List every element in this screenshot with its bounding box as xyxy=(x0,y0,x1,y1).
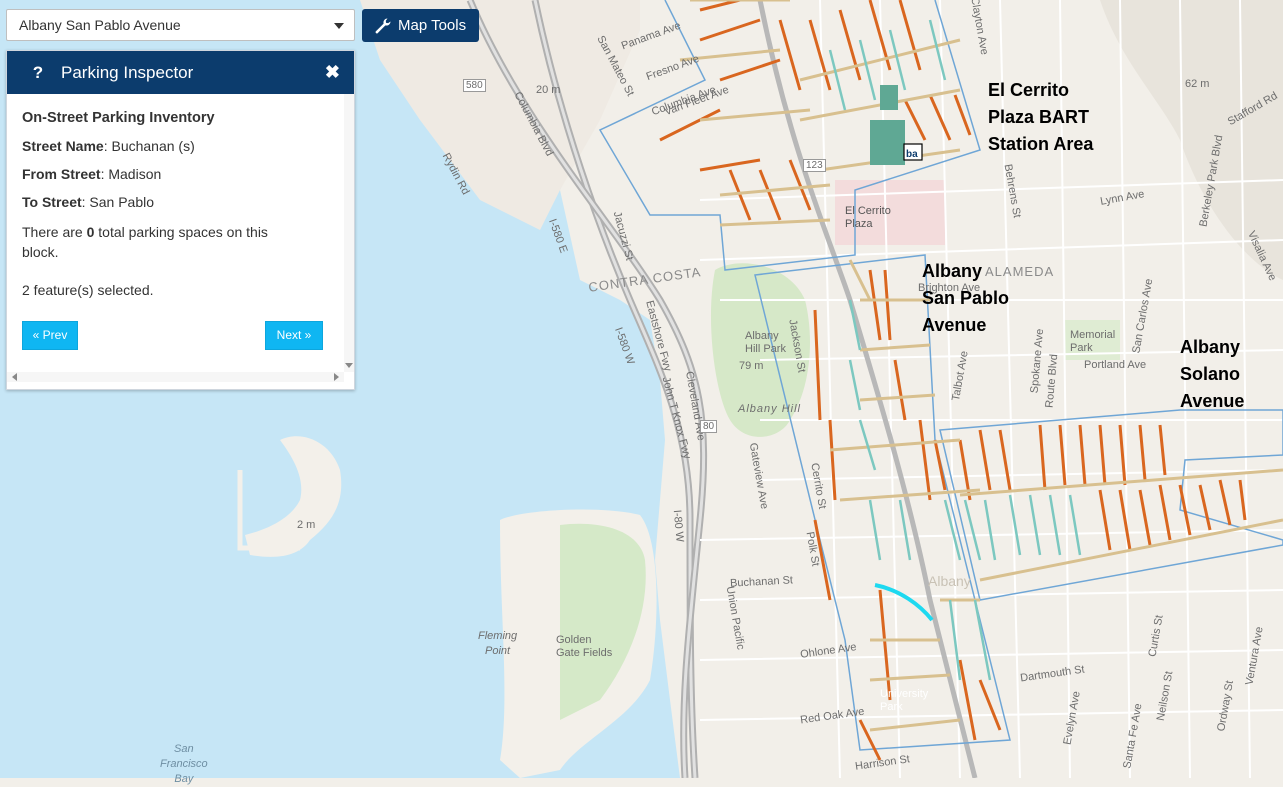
elevation-label: 2 m xyxy=(297,519,316,531)
map-tools-button[interactable]: Map Tools xyxy=(362,9,479,42)
scroll-right-icon[interactable] xyxy=(334,373,339,381)
area-label-albany-solano: Albany Solano Avenue xyxy=(1180,337,1245,411)
highway-shield: 80 xyxy=(700,420,718,433)
elevation-label: 62 m xyxy=(1185,78,1210,90)
place-label-albany-hill-park: Albany Hill Park xyxy=(745,330,786,355)
place-label-golden-gate-fields: Golden Gate Fields xyxy=(556,634,613,659)
place-label-el-cerrito-plaza: El Cerrito Plaza xyxy=(845,205,891,230)
place-label-alameda: ALAMEDA xyxy=(985,264,1055,279)
street-label: Portland Ave xyxy=(1084,359,1147,371)
highway-shield: 580 xyxy=(463,79,486,92)
place-label-albany-hill: Albany Hill xyxy=(738,403,801,415)
scroll-left-icon[interactable] xyxy=(12,373,17,381)
to-street-value: : San Pablo xyxy=(81,194,155,210)
elevation-label: 79 m xyxy=(739,360,764,372)
street-label: Brighton Ave xyxy=(918,282,981,294)
from-street-value: : Madison xyxy=(100,166,162,182)
place-label-memorial-park: Memorial Park xyxy=(1070,329,1116,354)
message-prefix: There are xyxy=(22,224,87,240)
from-street-row: From Street: Madison xyxy=(22,166,339,182)
panel-body: On-Street Parking Inventory Street Name:… xyxy=(7,94,354,372)
from-street-label: From Street xyxy=(22,166,101,182)
study-area-select-value: Albany San Pablo Avenue xyxy=(19,17,181,33)
place-label-fleming-point: Fleming Point xyxy=(478,630,518,657)
highway-shield: 123 xyxy=(803,159,826,172)
study-area-select[interactable]: Albany San Pablo Avenue xyxy=(6,9,355,41)
panel-header: ? Parking Inspector ✖ xyxy=(7,51,354,94)
prev-button[interactable]: « Prev xyxy=(22,321,78,350)
next-button[interactable]: Next » xyxy=(265,321,323,350)
horizontal-scrollbar[interactable] xyxy=(7,372,344,382)
street-name-label: Street Name xyxy=(22,138,104,154)
area-label-el-cerrito-plaza: El Cerrito Plaza BART Station Area xyxy=(988,80,1094,154)
map-tools-label: Map Tools xyxy=(398,17,467,34)
scroll-down-icon[interactable] xyxy=(345,363,353,368)
place-label-albany: Albany xyxy=(928,573,971,589)
elevation-label: 20 m xyxy=(536,84,561,96)
street-name-value: : Buchanan (s) xyxy=(103,138,195,154)
place-label-san-francisco-bay: San Francisco Bay xyxy=(160,743,208,785)
parking-inspector-panel: ? Parking Inspector ✖ On-Street Parking … xyxy=(6,50,355,390)
wrench-icon xyxy=(375,17,391,33)
svg-text:ba: ba xyxy=(906,149,918,160)
bart-station-icon: ba xyxy=(903,143,923,161)
chevron-down-icon xyxy=(334,23,344,29)
inventory-heading: On-Street Parking Inventory xyxy=(22,110,215,126)
parking-spaces-message: There are 0 total parking spaces on this… xyxy=(22,222,307,262)
to-street-label: To Street xyxy=(22,194,82,210)
help-icon: ? xyxy=(32,62,44,82)
close-icon[interactable]: ✖ xyxy=(325,62,340,83)
place-label-university-park: University Park xyxy=(880,688,929,713)
street-name-row: Street Name: Buchanan (s) xyxy=(22,138,339,154)
selection-count: 2 feature(s) selected. xyxy=(22,282,154,298)
to-street-row: To Street: San Pablo xyxy=(22,194,339,210)
vertical-scrollbar[interactable] xyxy=(344,94,354,372)
panel-title: Parking Inspector xyxy=(61,62,194,82)
